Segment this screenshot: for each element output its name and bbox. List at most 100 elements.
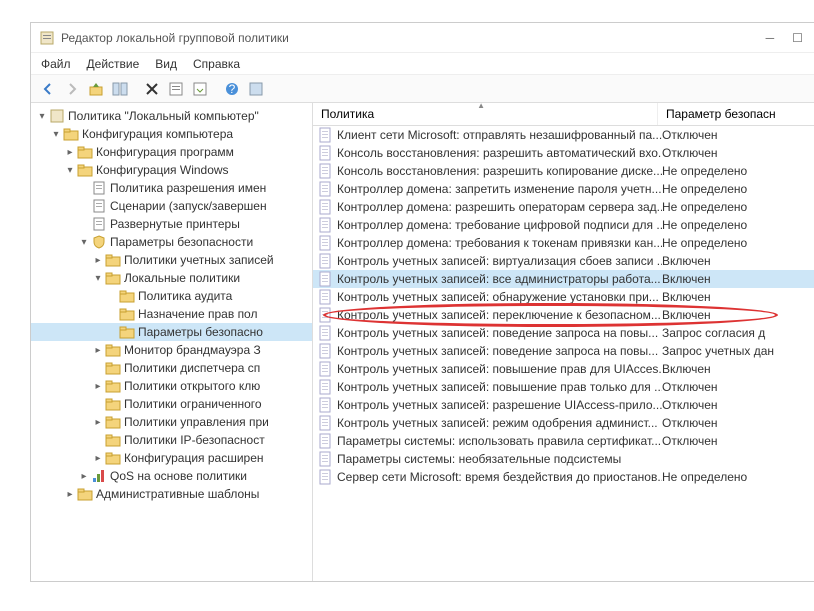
refresh-button[interactable] — [245, 78, 267, 100]
tree-label: Назначение прав пол — [138, 307, 257, 321]
tree-item-firewall[interactable]: ▸Монитор брандмауэра З — [31, 341, 312, 359]
tree-item-user_rights[interactable]: Назначение прав пол — [31, 305, 312, 323]
tree-label: Конфигурация программ — [96, 145, 234, 159]
param-cell: Включен — [662, 290, 814, 304]
column-policy[interactable]: Политика▲ — [313, 103, 658, 125]
menu-help[interactable]: Справка — [193, 57, 240, 71]
menu-view[interactable]: Вид — [155, 57, 177, 71]
tree-item-app_control[interactable]: ▸Политики управления при — [31, 413, 312, 431]
tree-item-nlm[interactable]: Политики диспетчера сп — [31, 359, 312, 377]
show-hide-button[interactable] — [109, 78, 131, 100]
menu-file[interactable]: Файл — [41, 57, 71, 71]
list-row[interactable]: Консоль восстановления: разрешить копиро… — [313, 162, 814, 180]
tree-item-software_restriction[interactable]: Политики ограниченного — [31, 395, 312, 413]
tree-item-computer_config[interactable]: ▾Конфигурация компьютера — [31, 125, 312, 143]
expander-icon[interactable]: ▸ — [91, 381, 105, 392]
list-row[interactable]: Сервер сети Microsoft: время бездействия… — [313, 468, 814, 486]
tree-item-admin_templates[interactable]: ▸Административные шаблоны — [31, 485, 312, 503]
expander-icon[interactable]: ▸ — [91, 345, 105, 356]
list-row[interactable]: Контроль учетных записей: повышение прав… — [313, 360, 814, 378]
expander-icon[interactable]: ▾ — [49, 129, 63, 140]
maximize-button[interactable]: ☐ — [792, 31, 803, 45]
tree-label: Политики открытого клю — [124, 379, 260, 393]
tree-item-software_config[interactable]: ▸ Конфигурация программ — [31, 143, 312, 161]
policy-cell: Контроль учетных записей: повышение прав… — [337, 362, 662, 376]
expander-icon[interactable]: ▸ — [63, 489, 77, 500]
list-body[interactable]: Клиент сети Microsoft: отправлять незаши… — [313, 126, 814, 581]
menu-action[interactable]: Действие — [87, 57, 140, 71]
export-button[interactable] — [189, 78, 211, 100]
expander-icon[interactable]: ▸ — [91, 255, 105, 266]
tree-item-security_options[interactable]: Параметры безопасно — [31, 323, 312, 341]
expander-icon[interactable]: ▾ — [77, 237, 91, 248]
forward-button[interactable] — [61, 78, 83, 100]
list-row[interactable]: Контроль учетных записей: переключение к… — [313, 306, 814, 324]
list-row[interactable]: Контроль учетных записей: поведение запр… — [313, 324, 814, 342]
list-row[interactable]: Контроллер домена: запретить изменение п… — [313, 180, 814, 198]
expander-icon[interactable]: ▸ — [63, 147, 77, 158]
back-button[interactable] — [37, 78, 59, 100]
expander-icon[interactable]: ▸ — [91, 417, 105, 428]
param-cell: Не определено — [662, 236, 814, 250]
list-row[interactable]: Клиент сети Microsoft: отправлять незаши… — [313, 126, 814, 144]
expander-icon[interactable]: ▾ — [91, 273, 105, 284]
list-row[interactable]: Параметры системы: необязательные подсис… — [313, 450, 814, 468]
tree-item-deployed_printers[interactable]: Развернутые принтеры — [31, 215, 312, 233]
tree-pane[interactable]: ▾Политика "Локальный компьютер"▾Конфигур… — [31, 103, 313, 581]
app-icon — [39, 30, 55, 46]
expander-icon[interactable]: ▾ — [63, 165, 77, 176]
policy-cell: Контроль учетных записей: обнаружение ус… — [337, 290, 662, 304]
list-row[interactable]: Контроль учетных записей: все администра… — [313, 270, 814, 288]
list-row[interactable]: Контроль учетных записей: поведение запр… — [313, 342, 814, 360]
param-cell: Отключен — [662, 380, 814, 394]
tree-item-scripts[interactable]: Сценарии (запуск/завершен — [31, 197, 312, 215]
toolbar: ? — [31, 75, 814, 103]
param-cell: Включен — [662, 254, 814, 268]
tree-item-root[interactable]: ▾ Политика "Локальный компьютер" — [31, 107, 312, 125]
expander-icon[interactable]: ▾ — [35, 111, 49, 122]
tree-item-qos[interactable]: ▸QoS на основе политики — [31, 467, 312, 485]
param-cell: Не определено — [662, 182, 814, 196]
tree-item-windows_config[interactable]: ▾Конфигурация Windows — [31, 161, 312, 179]
list-row[interactable]: Контроль учетных записей: обнаружение ус… — [313, 288, 814, 306]
list-row[interactable]: Контроль учетных записей: виртуализация … — [313, 252, 814, 270]
delete-button[interactable] — [141, 78, 163, 100]
tree-label: Политика "Локальный компьютер" — [68, 109, 259, 123]
policy-cell: Контроллер домена: требования к токенам … — [337, 236, 662, 250]
expander-icon[interactable]: ▸ — [77, 471, 91, 482]
param-cell: Включен — [662, 272, 814, 286]
tree-item-local_policies[interactable]: ▾ Локальные политики — [31, 269, 312, 287]
tree-label: Локальные политики — [124, 271, 240, 285]
tree-label: Политики учетных записей — [124, 253, 274, 267]
list-row[interactable]: Контроллер домена: требование цифровой п… — [313, 216, 814, 234]
tree-item-security_settings[interactable]: ▾Параметры безопасности — [31, 233, 312, 251]
list-row[interactable]: Параметры системы: использовать правила … — [313, 432, 814, 450]
tree-item-account_policies[interactable]: ▸ Политики учетных записей — [31, 251, 312, 269]
list-row[interactable]: Контроллер домена: разрешить операторам … — [313, 198, 814, 216]
tree-item-name_resolution[interactable]: Политика разрешения имен — [31, 179, 312, 197]
tree-item-public_key[interactable]: ▸ Политики открытого клю — [31, 377, 312, 395]
list-row[interactable]: Консоль восстановления: разрешить автома… — [313, 144, 814, 162]
list-row[interactable]: Контроль учетных записей: разрешение UIA… — [313, 396, 814, 414]
list-row[interactable]: Контроль учетных записей: повышение прав… — [313, 378, 814, 396]
up-button[interactable] — [85, 78, 107, 100]
properties-button[interactable] — [165, 78, 187, 100]
tree-label: Политики IP-безопасност — [124, 433, 265, 447]
tree-item-audit_policy[interactable]: Политика аудита — [31, 287, 312, 305]
policy-cell: Контроллер домена: требование цифровой п… — [337, 218, 662, 232]
policy-cell: Контроллер домена: разрешить операторам … — [337, 200, 662, 214]
main-window: Редактор локальной групповой политики ─ … — [30, 22, 814, 582]
param-cell: Отключен — [662, 398, 814, 412]
minimize-button[interactable]: ─ — [766, 31, 775, 45]
column-param[interactable]: Параметр безопасн — [658, 103, 814, 125]
list-row[interactable]: Контроллер домена: требования к токенам … — [313, 234, 814, 252]
param-cell: Не определено — [662, 470, 814, 484]
list-pane: Политика▲ Параметр безопасн Клиент сети … — [313, 103, 814, 581]
tree-item-ipsec[interactable]: Политики IP-безопасност — [31, 431, 312, 449]
list-row[interactable]: Контроль учетных записей: режим одобрени… — [313, 414, 814, 432]
expander-icon[interactable]: ▸ — [91, 453, 105, 464]
policy-cell: Контроль учетных записей: все администра… — [337, 272, 662, 286]
help-button[interactable]: ? — [221, 78, 243, 100]
tree-item-advanced_audit[interactable]: ▸Конфигурация расширен — [31, 449, 312, 467]
param-cell: Отключен — [662, 416, 814, 430]
